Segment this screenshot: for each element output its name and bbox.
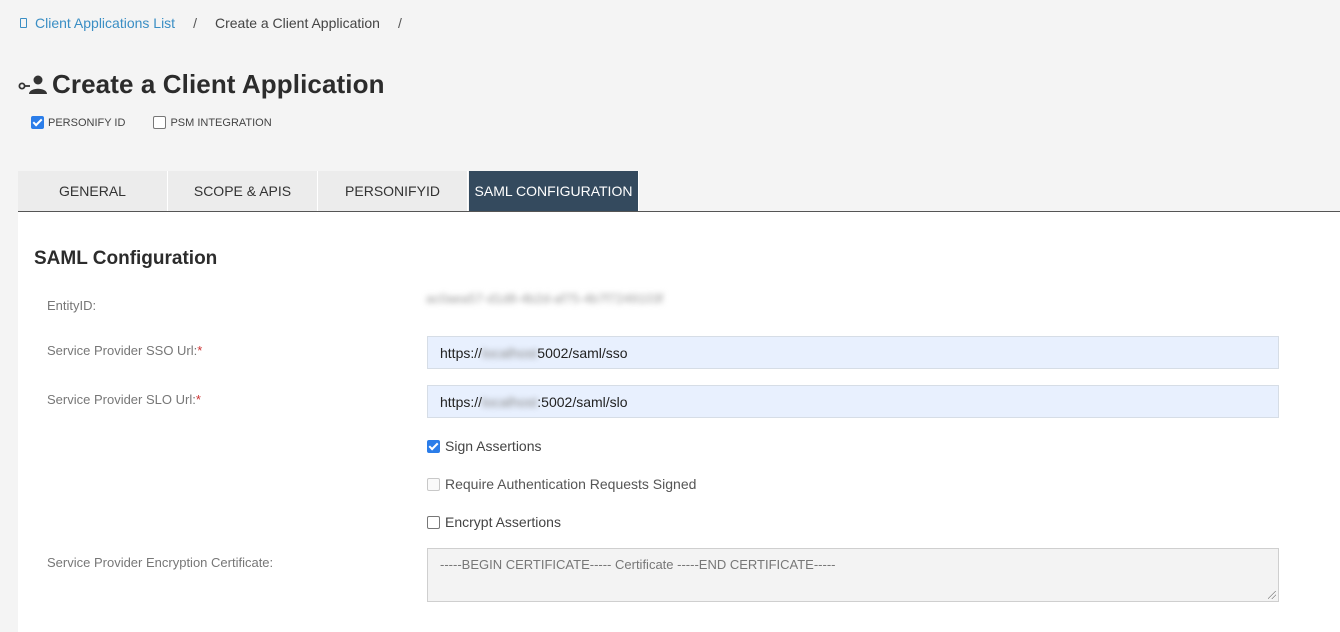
tab-personifyid[interactable]: PERSONIFYID xyxy=(318,171,468,211)
sign-assertions-option[interactable]: Sign Assertions xyxy=(427,438,542,454)
required-mark: * xyxy=(197,343,203,358)
personify-id-option[interactable]: PERSONIFY ID xyxy=(31,116,125,129)
breadcrumb-item-label: Client Applications List xyxy=(35,15,176,31)
sign-assertions-label: Sign Assertions xyxy=(445,438,542,454)
back-icon xyxy=(20,18,27,28)
tab-bar: GENERAL SCOPE & APIS PERSONIFYID SAML CO… xyxy=(18,171,1340,212)
sso-url-prefix: https:// xyxy=(440,344,483,361)
encrypt-assertions-label: Encrypt Assertions xyxy=(445,514,561,530)
encryption-certificate-textarea[interactable]: -----BEGIN CERTIFICATE----- Certificate … xyxy=(427,548,1279,602)
encryption-certificate-placeholder: -----BEGIN CERTIFICATE----- Certificate … xyxy=(440,557,836,572)
page-title: Create a Client Application xyxy=(18,66,385,102)
slo-url-host: localhost xyxy=(482,393,538,410)
require-auth-signed-option: Require Authentication Requests Signed xyxy=(427,476,696,492)
saml-configuration-panel: SAML Configuration EntityID: ac0aea57-d1… xyxy=(18,212,1340,632)
encryption-certificate-label: Service Provider Encryption Certificate: xyxy=(47,555,274,570)
breadcrumb-current: Create a Client Application xyxy=(214,15,380,31)
psm-integration-checkbox[interactable] xyxy=(153,116,167,129)
tab-scope-apis[interactable]: SCOPE & APIS xyxy=(168,171,318,211)
slo-url-label: Service Provider SLO Url:* xyxy=(47,392,201,407)
tab-general[interactable]: GENERAL xyxy=(18,171,168,211)
breadcrumb-separator: / xyxy=(397,15,402,31)
breadcrumb: Client Applications List / Create a Clie… xyxy=(20,13,420,33)
user-key-icon xyxy=(18,75,47,94)
page-title-text: Create a Client Application xyxy=(52,68,385,99)
sign-assertions-checkbox[interactable] xyxy=(427,439,440,453)
slo-url-prefix: https:// xyxy=(440,393,483,410)
resize-handle-icon[interactable] xyxy=(1268,591,1276,599)
app-type-options: PERSONIFY ID PSM INTEGRATION xyxy=(31,116,300,129)
sso-url-label: Service Provider SSO Url:* xyxy=(47,343,202,358)
entity-id-value: ac0aea57-d1d8-4b2d-af75-4b7f7249103f xyxy=(426,291,664,306)
psm-integration-label: PSM INTEGRATION xyxy=(170,116,272,129)
entity-id-label: EntityID: xyxy=(47,298,97,313)
encrypt-assertions-option[interactable]: Encrypt Assertions xyxy=(427,514,561,530)
personify-id-label: PERSONIFY ID xyxy=(48,116,126,129)
tab-saml-configuration[interactable]: SAML CONFIGURATION xyxy=(469,171,639,211)
psm-integration-option[interactable]: PSM INTEGRATION xyxy=(153,116,272,129)
personify-id-checkbox[interactable] xyxy=(31,116,44,129)
sso-url-host: localhost xyxy=(482,344,538,361)
breadcrumb-client-applications-list[interactable]: Client Applications List xyxy=(20,15,175,31)
require-auth-signed-checkbox xyxy=(427,477,440,491)
slo-url-input[interactable]: https://localhost:5002/saml/slo xyxy=(427,385,1279,418)
slo-url-suffix: :5002/saml/slo xyxy=(537,393,628,410)
slo-url-label-text: Service Provider SLO Url: xyxy=(47,392,196,407)
encrypt-assertions-checkbox[interactable] xyxy=(427,515,440,529)
sso-url-label-text: Service Provider SSO Url: xyxy=(47,343,198,358)
section-title: SAML Configuration xyxy=(34,248,218,269)
require-auth-signed-label: Require Authentication Requests Signed xyxy=(445,476,697,492)
sso-url-input[interactable]: https://localhost 5002/saml/sso xyxy=(427,336,1279,369)
required-mark: * xyxy=(195,392,201,407)
sso-url-suffix: 5002/saml/sso xyxy=(537,344,628,361)
breadcrumb-separator: / xyxy=(193,15,197,31)
